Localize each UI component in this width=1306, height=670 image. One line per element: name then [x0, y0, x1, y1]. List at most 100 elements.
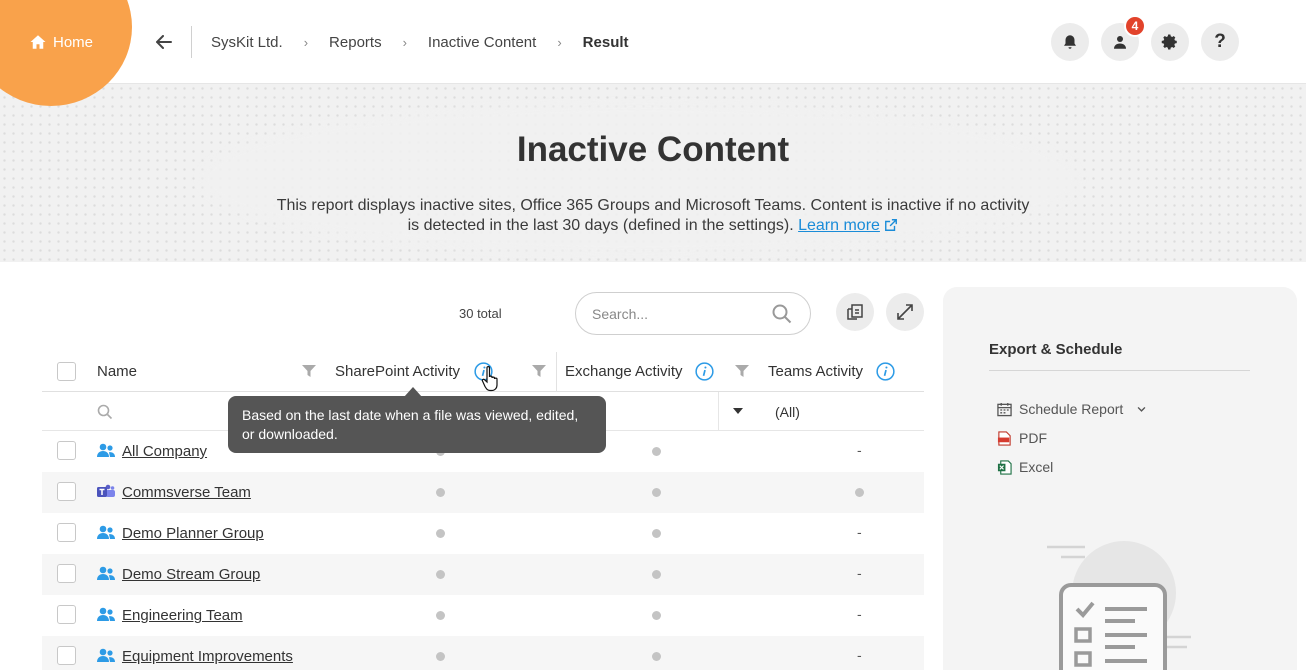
- filter-divider: [718, 392, 719, 431]
- pdf-label: PDF: [1019, 430, 1047, 446]
- row-name-link[interactable]: Commsverse Team: [122, 484, 251, 501]
- user-button[interactable]: 4: [1101, 15, 1146, 61]
- top-bar: Home SysKit Ltd. › Reports › Inactive Co…: [0, 0, 1306, 106]
- teams-activity-dot: [855, 488, 864, 497]
- home-label: Home: [53, 33, 94, 51]
- notifications-button[interactable]: [1051, 23, 1089, 61]
- group-icon: [97, 648, 115, 662]
- divider: [989, 370, 1250, 371]
- teams-icon: [97, 484, 115, 497]
- sharepoint-activity-dot: [436, 652, 445, 661]
- teams-activity-value: -: [857, 524, 862, 540]
- column-header-teams[interactable]: Teams Activity: [768, 363, 863, 380]
- row-checkbox[interactable]: [57, 482, 76, 501]
- row-name-link[interactable]: Demo Stream Group: [122, 566, 260, 583]
- chevron-right-icon: ›: [402, 34, 407, 50]
- help-button[interactable]: ?: [1201, 23, 1239, 61]
- breadcrumb-item-company[interactable]: SysKit Ltd.: [211, 34, 283, 51]
- sharepoint-activity-dot: [436, 488, 445, 497]
- group-icon: [97, 566, 115, 580]
- user-icon: [1114, 36, 1126, 49]
- home-button[interactable]: Home: [29, 33, 93, 51]
- group-icon: [97, 443, 115, 457]
- total-count: 30 total: [459, 306, 502, 321]
- row-checkbox[interactable]: [57, 523, 76, 542]
- exchange-activity-dot: [652, 447, 661, 456]
- hand-cursor-icon: [481, 366, 498, 392]
- info-icon[interactable]: [695, 362, 714, 381]
- expand-icon: [897, 304, 913, 320]
- select-all-checkbox[interactable]: [57, 362, 76, 381]
- exchange-activity-dot: [652, 611, 661, 620]
- home-icon: [30, 35, 46, 49]
- exchange-activity-dot: [652, 488, 661, 497]
- excel-label: Excel: [1019, 459, 1054, 475]
- teams-activity-value: -: [857, 565, 862, 581]
- breadcrumb-item-reports[interactable]: Reports: [329, 34, 382, 51]
- row-name-link[interactable]: Equipment Improvements: [122, 648, 293, 665]
- exchange-activity-dot: [652, 652, 661, 661]
- search-icon[interactable]: [772, 304, 792, 324]
- filter-icon[interactable]: [735, 364, 749, 378]
- table-row: Equipment Improvements -: [42, 636, 924, 670]
- table-row: Demo Planner Group -: [42, 513, 924, 554]
- teams-filter-select[interactable]: (All): [775, 404, 800, 420]
- report-header: Inactive Content This report displays in…: [0, 84, 1306, 262]
- row-name-link[interactable]: All Company: [122, 443, 207, 460]
- teams-activity-value: -: [857, 647, 862, 663]
- columns-button[interactable]: [836, 293, 874, 331]
- schedule-report-button[interactable]: Schedule Report: [997, 401, 1147, 417]
- top-actions: 4 ?: [1051, 15, 1239, 61]
- search-box: [575, 292, 811, 335]
- exchange-activity-dot: [652, 529, 661, 538]
- row-name-link[interactable]: Engineering Team: [122, 607, 243, 624]
- excel-icon: [997, 459, 1012, 475]
- chevron-down-icon: [1137, 406, 1146, 412]
- description-line-2-text: is detected in the last 30 days (defined…: [407, 217, 794, 234]
- breadcrumb-item-inactive-content[interactable]: Inactive Content: [428, 34, 536, 51]
- page-title: Inactive Content: [516, 130, 790, 169]
- sharepoint-activity-dot: [436, 570, 445, 579]
- chevron-right-icon: ›: [303, 34, 309, 50]
- sharepoint-activity-dot: [436, 529, 445, 538]
- table-row: Engineering Team -: [42, 595, 924, 636]
- back-button[interactable]: [154, 32, 174, 52]
- pdf-icon: [997, 430, 1011, 446]
- row-checkbox[interactable]: [57, 646, 76, 665]
- search-icon[interactable]: [97, 404, 113, 420]
- schedule-report-label: Schedule Report: [1019, 401, 1124, 417]
- chevron-right-icon: ›: [557, 34, 562, 50]
- teams-activity-value: -: [857, 606, 862, 622]
- group-icon: [97, 607, 115, 621]
- export-pdf-button[interactable]: PDF: [997, 430, 1047, 446]
- export-excel-button[interactable]: Excel: [997, 459, 1053, 475]
- row-checkbox[interactable]: [57, 441, 76, 460]
- row-name-link[interactable]: Demo Planner Group: [122, 525, 264, 542]
- arrow-left-icon: [156, 35, 172, 49]
- bell-icon: [1064, 35, 1076, 49]
- filter-icon[interactable]: [532, 364, 546, 378]
- fullscreen-button[interactable]: [886, 293, 924, 331]
- column-header-name[interactable]: Name: [97, 363, 137, 380]
- column-header-sharepoint[interactable]: SharePoint Activity: [335, 363, 460, 380]
- row-checkbox[interactable]: [57, 605, 76, 624]
- learn-more-link[interactable]: Learn more: [798, 217, 880, 234]
- breadcrumb-current: Result: [582, 34, 629, 51]
- description-line-2: is detected in the last 30 days (defined…: [0, 216, 1306, 236]
- learn-more-label: Learn more: [798, 217, 880, 234]
- export-panel-title: Export & Schedule: [989, 341, 1123, 358]
- settings-button[interactable]: [1151, 23, 1189, 61]
- table-row: Commsverse Team: [42, 472, 924, 513]
- column-divider: [556, 352, 557, 392]
- row-checkbox[interactable]: [57, 564, 76, 583]
- search-input[interactable]: [592, 305, 762, 322]
- chevron-down-icon[interactable]: [733, 408, 743, 415]
- table-row: Demo Stream Group -: [42, 554, 924, 595]
- column-header-exchange[interactable]: Exchange Activity: [565, 363, 683, 380]
- filter-icon[interactable]: [302, 364, 316, 378]
- clipboard-illustration: [1047, 541, 1191, 670]
- report-description: This report displays inactive sites, Off…: [0, 196, 1306, 236]
- export-panel: Export & Schedule Schedule Report PDF Ex…: [943, 287, 1297, 670]
- info-icon[interactable]: [876, 362, 895, 381]
- exchange-activity-dot: [652, 570, 661, 579]
